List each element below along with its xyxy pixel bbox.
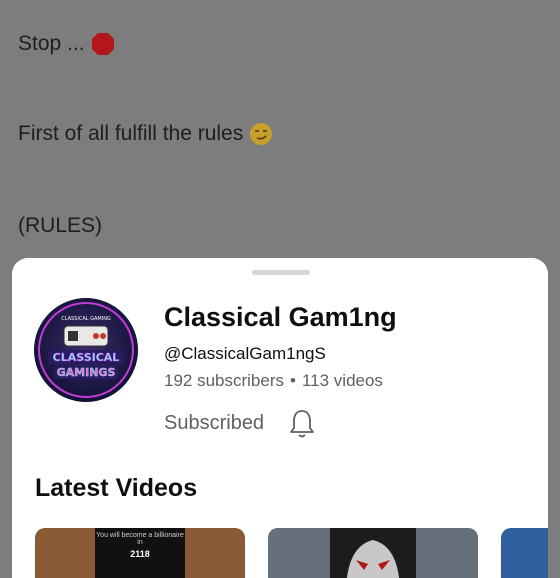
latest-videos-title: Latest Videos: [35, 474, 198, 502]
sheet-drag-handle[interactable]: [252, 270, 310, 275]
channel-bottom-sheet: CLASSICAL GAMINGS CLASSICAL GAMING Class…: [12, 258, 548, 578]
video-thumbnail[interactable]: [268, 528, 478, 578]
channel-name[interactable]: Classical Gam1ng: [164, 302, 397, 333]
background-line-stop: Stop ...: [18, 32, 115, 56]
subscriber-count: 192 subscribers: [164, 371, 285, 390]
video-count: 113 videos: [301, 371, 383, 390]
stop-sign-icon: [91, 33, 114, 55]
channel-logo-icon: CLASSICAL GAMINGS CLASSICAL GAMING: [34, 298, 138, 402]
avatar-logo-line1: CLASSICAL: [53, 351, 120, 364]
channel-stats: 192 subscribers • 113 videos: [164, 371, 383, 391]
thumbnail-art-icon: [268, 528, 478, 578]
stats-separator: •: [290, 371, 296, 390]
smirk-emoji-icon: [250, 123, 273, 145]
channel-handle: @ClassicalGam1ngS: [164, 344, 326, 363]
background-rules-text: First of all fulfill the rules: [18, 122, 244, 145]
background-stop-text: Stop ...: [18, 32, 85, 55]
notification-bell-icon[interactable]: [288, 408, 316, 440]
thumbnail-screen: You will become a billionaire in 2118: [95, 528, 185, 578]
thumbnail-caption: You will become a billionaire in: [96, 532, 184, 546]
background-line-rules: First of all fulfill the rules: [18, 122, 273, 146]
avatar-logo-line2: GAMINGS: [57, 366, 116, 379]
video-thumbnail[interactable]: [501, 528, 548, 578]
channel-avatar[interactable]: CLASSICAL GAMINGS CLASSICAL GAMING: [34, 298, 138, 402]
background-rules-label-text: (RULES): [18, 214, 103, 237]
video-thumbnail[interactable]: You will become a billionaire in 2118: [35, 528, 245, 578]
background-line-rules-label: (RULES): [18, 214, 102, 238]
avatar-logo-top: CLASSICAL GAMING: [61, 316, 111, 322]
thumbnail-year: 2118: [130, 549, 150, 559]
subscribed-button[interactable]: Subscribed: [164, 412, 264, 435]
